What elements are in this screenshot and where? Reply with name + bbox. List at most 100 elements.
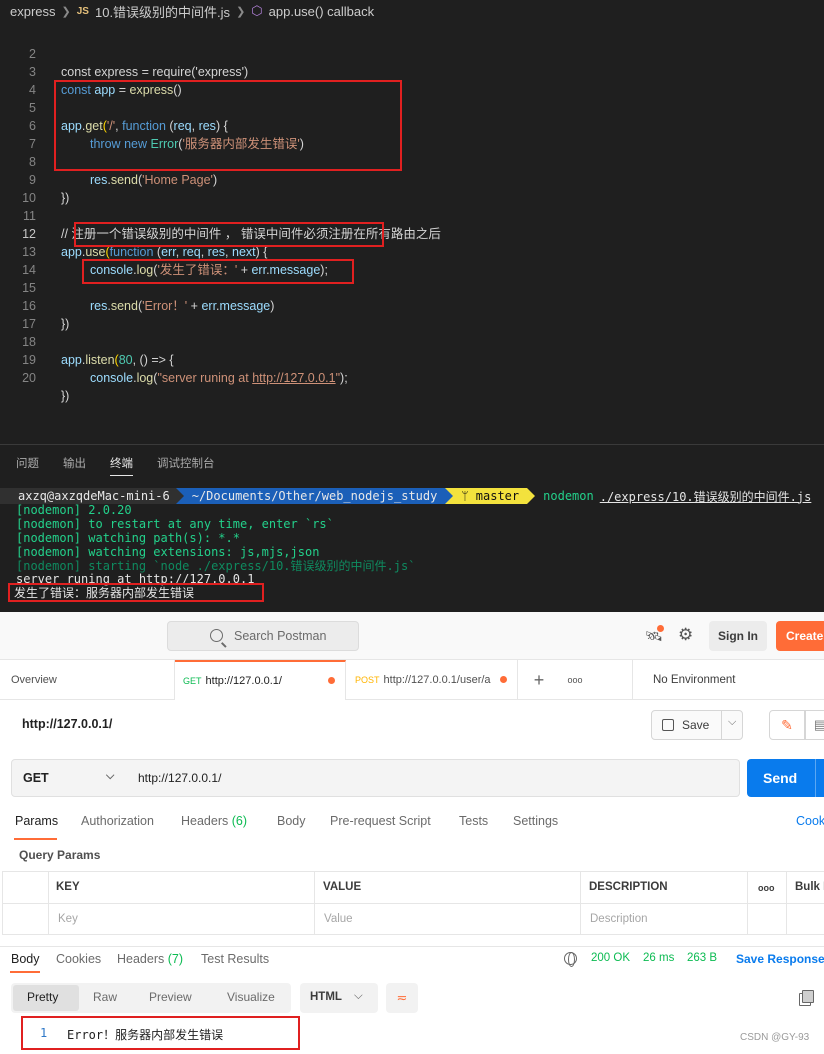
gear-icon[interactable]: ⚙ [678,625,693,645]
highlight-box [21,1016,300,1050]
terminal-line: [nodemon] watching path(s): *.* [16,531,240,545]
tab-tests[interactable]: Tests [459,814,488,828]
highlight-box [82,259,354,284]
code-line[interactable]: 19 console.log("server runing at http://… [0,333,824,385]
save-response-button[interactable]: Save Response [736,952,824,966]
tab-response-cookies[interactable]: Cookies [56,952,101,966]
js-file-icon: JS [76,5,89,17]
format-pretty[interactable]: Pretty [27,990,58,1004]
watermark: CSDN @GY-93 [740,1032,810,1043]
code-line[interactable]: 11 // 注册一个错误级别的中间件 ， 错误中间件必须注册在所有路由之后 [0,189,824,241]
code-line[interactable]: 10 [0,171,824,205]
tab-get-request[interactable]: GET http://127.0.0.1/ [175,660,346,700]
code-line[interactable]: 17 [0,297,824,331]
language-select[interactable]: HTML ⌵ [300,983,378,1013]
divider [786,872,787,934]
format-preview[interactable]: Preview [149,990,192,1004]
terminal-prompt: axzq@axzqdeMac-mini-6 ~/Documents/Other/… [0,488,811,504]
search-icon [210,629,223,642]
tab-params[interactable]: Params [15,814,58,828]
wrap-lines-icon[interactable]: ≂ [386,983,418,1013]
tab-overview[interactable]: Overview [0,660,175,700]
method-select[interactable]: GET ⌵ [11,759,127,797]
url-input[interactable]: http://127.0.0.1/ [126,759,740,797]
search-input[interactable]: Search Postman [167,621,359,651]
terminal-line: [nodemon] watching extensions: js,mjs,js… [16,545,320,559]
cookies-link[interactable]: Cook [796,814,824,828]
tab-authorization[interactable]: Authorization [81,814,154,828]
tab-headers[interactable]: Headers (6) [181,814,247,828]
terminal-line: [nodemon] to restart at any time, enter … [16,517,334,531]
tab-debug-console[interactable]: 调试控制台 [157,455,215,471]
tab-terminal[interactable]: 终端 [110,455,133,476]
divider [48,872,49,934]
highlight-box [74,222,384,247]
column-options-button[interactable]: ooo [758,883,775,893]
code-text: console.log("server runing at http://127… [90,371,348,385]
format-toggle: Pretty Raw Preview Visualize [11,983,291,1013]
prompt-separator-icon [175,488,184,504]
highlight-box [54,80,402,171]
response-body[interactable]: 1 Error！服务器内部发生错误 [0,1016,824,1054]
chevron-down-icon[interactable]: ⌵ [728,716,736,729]
url-value: http://127.0.0.1/ [138,771,222,785]
bulk-edit-link[interactable]: Bulk E [795,881,824,893]
tab-post-request[interactable]: POST http://127.0.0.1/user/a [346,660,518,700]
tab-settings[interactable]: Settings [513,814,558,828]
status-badge[interactable]: 200 OK [591,952,630,964]
tab-response-headers[interactable]: Headers (7) [117,952,183,966]
response-size[interactable]: 263 B [687,952,717,964]
edit-icon[interactable]: ✎ [769,710,805,740]
tab-body[interactable]: Body [277,814,306,828]
code-line[interactable]: 4 [0,63,824,97]
notification-dot [657,625,664,632]
tab-problems[interactable]: 问题 [16,455,39,471]
code-editor[interactable]: express ❯ JS 10.错误级别的中间件.js ❯ ⬡ app.use(… [0,0,824,444]
prompt-command: nodemon [543,489,594,503]
create-button[interactable]: Create [776,621,824,651]
copy-icon[interactable] [799,990,814,1006]
response-time[interactable]: 26 ms [643,952,674,964]
code-link[interactable]: http://127.0.0.1 [252,371,335,385]
globe-icon[interactable] [564,952,577,967]
code-line[interactable]: 2 const express = require('express') [0,27,824,79]
chevron-right-icon: ❯ [61,5,71,18]
breadcrumb-symbol[interactable]: app.use() callback [269,4,375,19]
breadcrumb-file[interactable]: 10.错误级别的中间件.js [95,2,230,21]
code-line[interactable]: 20 }) [0,351,824,403]
request-title[interactable]: http://127.0.0.1/ [22,717,112,731]
key-input[interactable]: Key [58,913,78,925]
column-header-key: KEY [56,881,80,893]
save-label: Save [682,718,710,732]
description-input[interactable]: Description [590,913,648,925]
save-icon [662,719,674,731]
code-line[interactable]: 3 const app = express() [0,45,824,97]
tab-test-results[interactable]: Test Results [201,952,269,966]
request-section-tabs: Params Authorization Headers (6) Body Pr… [0,810,824,836]
terminal-line: [nodemon] 2.0.20 [16,503,132,517]
more-tabs-button[interactable]: ooo [560,660,590,700]
send-button[interactable]: Send [747,759,824,797]
chevron-down-icon: ⌵ [354,990,363,1002]
new-tab-button[interactable]: + [518,660,560,700]
save-button[interactable]: Save ⌵ [651,710,743,740]
tab-response-body[interactable]: Body [11,952,40,966]
sign-in-button[interactable]: Sign In [709,621,767,651]
environment-selector[interactable]: No Environment [653,674,735,686]
code-line[interactable]: 18 app.listen(80, () => { [0,315,824,367]
method-value: GET [23,771,49,785]
terminal-panel[interactable]: 问题 输出 终端 调试控制台 axzq@axzqdeMac-mini-6 ~/D… [0,444,824,612]
terminal-line: [nodemon] starting `node ./express/10.错误… [16,559,416,573]
format-raw[interactable]: Raw [93,990,117,1004]
chevron-down-icon: ⌵ [106,770,115,782]
value-input[interactable]: Value [324,913,353,925]
tab-prerequest-script[interactable]: Pre-request Script [330,814,431,828]
column-header-description: DESCRIPTION [589,881,668,893]
tab-output[interactable]: 输出 [63,455,86,471]
prompt-user: axzq@axzqdeMac-mini-6 [0,488,176,504]
breadcrumb-folder[interactable]: express [10,4,56,19]
divider [721,711,722,739]
code-text: }) [61,389,70,403]
documentation-icon[interactable]: ▤ [805,710,824,740]
format-visualize[interactable]: Visualize [227,990,275,1004]
